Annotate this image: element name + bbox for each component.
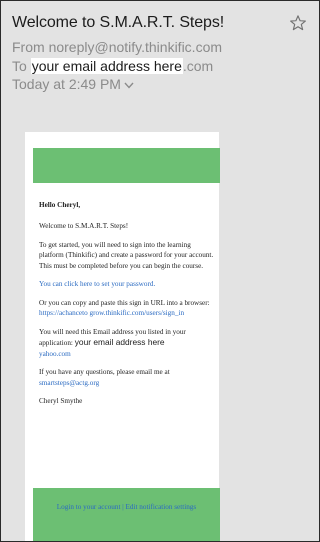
timestamp-text: Today at 2:49 PM: [12, 76, 121, 92]
recipient-address[interactable]: your email address here: [30, 58, 183, 74]
to-label: To: [12, 58, 27, 74]
login-link[interactable]: Login to your account: [57, 503, 121, 511]
signature: Cheryl Smythe: [39, 397, 83, 406]
sender-line: From noreply@notify.thinkific.com: [12, 39, 222, 55]
star-icon[interactable]: [289, 14, 307, 32]
footer-banner: Login to your account | Edit notificatio…: [33, 488, 220, 541]
email-subject: Welcome to S.M.A.R.T. Steps!: [12, 14, 225, 31]
email-viewer: Welcome to S.M.A.R.T. Steps! From norepl…: [0, 0, 320, 542]
email-header: Welcome to S.M.A.R.T. Steps! From norepl…: [1, 1, 319, 111]
copy-paste-intro: Or you can copy and paste this sign in U…: [39, 298, 210, 307]
questions-paragraph: If you have any questions, please email …: [39, 367, 215, 388]
recipient-line: To your email address here.com: [12, 58, 213, 74]
chevron-down-icon[interactable]: [124, 82, 134, 89]
timestamp[interactable]: Today at 2:49 PM: [12, 76, 134, 92]
email-body-card: Hello Cheryl, Welcome to S.M.A.R.T. Step…: [25, 132, 220, 541]
header-banner: [33, 148, 220, 183]
signin-url-link[interactable]: https://achanceto grow.thinkific.com/use…: [39, 309, 184, 317]
email-notice-domain[interactable]: yahoo.com: [39, 350, 71, 358]
questions-intro: If you have any questions, please email …: [39, 368, 170, 377]
greeting: Hello Cheryl,: [39, 201, 81, 209]
set-password-link[interactable]: You can click here to set your password.: [39, 280, 155, 288]
notification-settings-link[interactable]: Edit notification settings: [126, 503, 197, 511]
recipient-suffix: .com: [182, 58, 214, 74]
welcome-line: Welcome to S.M.A.R.T. Steps!: [39, 222, 129, 231]
sender-address[interactable]: noreply@notify.thinkific.com: [49, 39, 222, 55]
message-body: Hello Cheryl, Welcome to S.M.A.R.T. Step…: [39, 200, 215, 415]
instructions-paragraph: To get started, you will need to sign in…: [39, 240, 214, 270]
email-notice-paragraph: You will need this Email address you lis…: [39, 327, 215, 359]
contact-email-link[interactable]: smartsteps@actg.org: [39, 379, 99, 387]
email-notice-value: your email address here: [74, 337, 165, 348]
copy-paste-paragraph: Or you can copy and paste this sign in U…: [39, 298, 215, 319]
from-label: From: [12, 39, 45, 55]
